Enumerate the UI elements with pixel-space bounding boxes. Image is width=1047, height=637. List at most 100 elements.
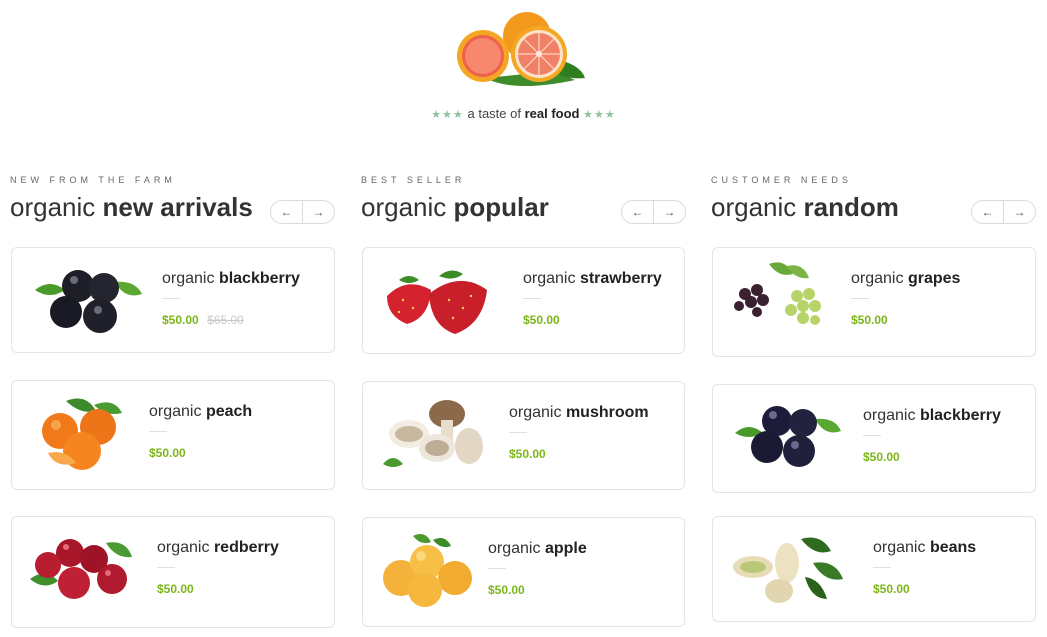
column-title-bold: random [803, 192, 899, 222]
product-name[interactable]: organic apple [488, 540, 587, 558]
strawberry-icon [387, 270, 487, 334]
column-random: CUSTOMER NEEDS organic random ← → [711, 170, 1036, 224]
product-prefix: organic [149, 403, 202, 420]
product-name[interactable]: organic grapes [851, 270, 960, 288]
divider [851, 298, 869, 299]
carousel-nav: ← → [971, 200, 1036, 224]
product-prefix: organic [851, 270, 904, 287]
next-arrow-button[interactable]: → [654, 201, 685, 223]
divider [157, 567, 175, 568]
product-prefix: organic [162, 270, 215, 287]
prev-arrow-button[interactable]: ← [972, 201, 1004, 223]
next-arrow-button[interactable]: → [1004, 201, 1035, 223]
product-price: $50.00 [523, 313, 560, 327]
price-row: $50.00 [851, 311, 960, 329]
product-old-price: $65.00 [207, 313, 244, 327]
product-info: organic strawberry $50.00 [523, 270, 662, 329]
column-title-light: organic [361, 192, 447, 222]
hero-section: ★★★ a taste of real food ★★★ [0, 0, 1047, 140]
product-info: organic apple $50.00 [488, 540, 587, 599]
price-row: $50.00 [157, 580, 279, 598]
product-title: redberry [213, 539, 279, 556]
price-row: $50.00 [863, 448, 1001, 466]
column-subtitle: BEST SELLER [361, 175, 466, 185]
product-card[interactable]: organic grapes $50.00 [712, 247, 1036, 357]
column-popular: BEST SELLER organic popular ← → [361, 170, 686, 224]
product-card[interactable]: organic peach $50.00 [11, 380, 335, 490]
divider [873, 567, 891, 568]
product-card[interactable]: organic beans $50.00 [712, 516, 1036, 622]
divider [523, 298, 541, 299]
product-price: $50.00 [488, 583, 525, 597]
product-title: mushroom [565, 404, 649, 421]
prev-arrow-button[interactable]: ← [271, 201, 303, 223]
price-row: $50.00 [488, 581, 587, 599]
product-info: organic mushroom $50.00 [509, 404, 649, 463]
blackberry-icon [35, 270, 142, 333]
product-title: grapes [907, 270, 961, 287]
product-title: apple [544, 540, 587, 557]
product-card[interactable]: organic redberry $50.00 [11, 516, 335, 628]
apple-icon [383, 534, 472, 607]
product-info: organic redberry $50.00 [157, 539, 279, 598]
product-card[interactable]: organic mushroom $50.00 [362, 381, 685, 490]
divider [149, 431, 167, 432]
tagline: ★★★ a taste of real food ★★★ [0, 106, 1047, 121]
blackberry-icon [735, 406, 841, 467]
product-name[interactable]: organic blackberry [162, 270, 300, 288]
divider [488, 568, 506, 569]
product-title: blackberry [919, 407, 1001, 424]
next-arrow-button[interactable]: → [303, 201, 334, 223]
stars-left-icon: ★★★ [431, 109, 464, 121]
column-subtitle: NEW FROM THE FARM [10, 175, 176, 185]
product-info: organic beans $50.00 [873, 539, 976, 598]
product-prefix: organic [523, 270, 576, 287]
prev-arrow-button[interactable]: ← [622, 201, 654, 223]
price-row: $50.00 [873, 580, 976, 598]
product-info: organic peach $50.00 [149, 403, 252, 462]
column-title-bold: new arrivals [102, 192, 253, 222]
product-card[interactable]: organic strawberry $50.00 [362, 247, 685, 354]
price-row: $50.00 $65.00 [162, 311, 300, 329]
product-price: $50.00 [863, 450, 900, 464]
grapes-icon [734, 262, 821, 325]
product-price: $50.00 [149, 446, 186, 460]
divider [162, 298, 180, 299]
column-title-light: organic [10, 192, 96, 222]
product-name[interactable]: organic blackberry [863, 407, 1001, 425]
product-title: peach [205, 403, 253, 420]
redberry-icon [30, 539, 132, 599]
divider [509, 432, 527, 433]
divider [863, 435, 881, 436]
product-card[interactable]: organic apple $50.00 [362, 517, 685, 627]
product-price: $50.00 [157, 582, 194, 596]
product-name[interactable]: organic peach [149, 403, 252, 421]
column-subtitle: CUSTOMER NEEDS [711, 175, 852, 185]
column-new-arrivals: NEW FROM THE FARM organic new arrivals ←… [10, 170, 335, 224]
product-prefix: organic [509, 404, 562, 421]
product-name[interactable]: organic redberry [157, 539, 279, 557]
product-card[interactable]: organic blackberry $50.00 $65.00 [11, 247, 335, 353]
product-card[interactable]: organic blackberry $50.00 [712, 384, 1036, 493]
carousel-nav: ← → [621, 200, 686, 224]
column-title-light: organic [711, 192, 797, 222]
product-price: $50.00 [509, 447, 546, 461]
product-name[interactable]: organic mushroom [509, 404, 649, 422]
product-title: beans [929, 539, 977, 556]
product-name[interactable]: organic beans [873, 539, 976, 557]
product-info: organic grapes $50.00 [851, 270, 960, 329]
product-title: blackberry [218, 270, 300, 287]
column-title-bold: popular [453, 192, 549, 222]
product-prefix: organic [157, 539, 210, 556]
grapefruit-icon [457, 12, 585, 87]
tagline-bold: real food [524, 106, 580, 121]
tagline-prefix: a taste of [467, 106, 521, 121]
peach-icon [42, 398, 122, 470]
product-info: organic blackberry $50.00 $65.00 [162, 270, 300, 329]
product-name[interactable]: organic strawberry [523, 270, 662, 288]
product-price: $50.00 [162, 313, 199, 327]
stars-right-icon: ★★★ [583, 109, 616, 121]
beans-icon [733, 537, 843, 603]
product-title: strawberry [579, 270, 662, 287]
carousel-nav: ← → [270, 200, 335, 224]
